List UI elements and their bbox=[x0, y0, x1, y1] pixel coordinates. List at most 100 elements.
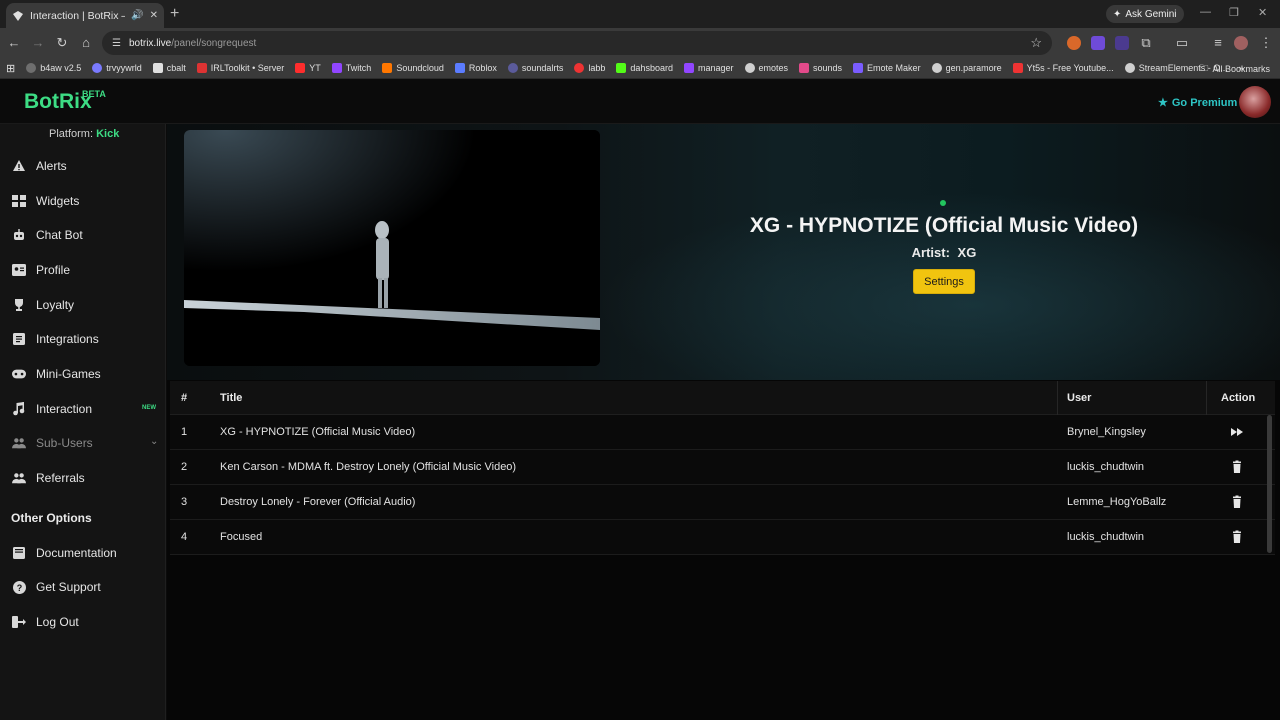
chevron-down-icon[interactable]: ⌄ bbox=[150, 436, 158, 447]
trash-icon[interactable] bbox=[1230, 460, 1244, 474]
column-divider bbox=[1206, 381, 1207, 415]
bookmark[interactable]: b4aw v2.5 bbox=[26, 63, 81, 73]
sidebar-item-integrations[interactable]: Integrations bbox=[0, 324, 166, 354]
reading-list-icon[interactable]: ≡ bbox=[1210, 35, 1226, 51]
url-host: botrix.live bbox=[128, 37, 172, 49]
sidebar-item-documentation[interactable]: Documentation bbox=[0, 538, 166, 568]
bookmark-favicon-icon bbox=[931, 63, 942, 73]
browser-tab[interactable]: Interaction | BotRix — Cloud 🔊 ✕ bbox=[6, 3, 164, 28]
sidebar-item-label: Chat Bot bbox=[36, 228, 83, 242]
plug-icon bbox=[12, 332, 26, 346]
sidebar-item-interaction[interactable]: Interaction NEW bbox=[0, 394, 166, 424]
bookmark-label: YT bbox=[309, 63, 321, 73]
go-premium-link[interactable]: ★ Go Premium bbox=[1158, 96, 1238, 110]
bookmark-favicon-icon bbox=[196, 63, 207, 73]
bookmark[interactable]: Roblox bbox=[454, 63, 497, 73]
site-info-icon[interactable]: ☰ bbox=[112, 38, 121, 49]
bookmark[interactable]: cbalt bbox=[152, 63, 186, 73]
bookmark[interactable]: sounds bbox=[799, 63, 842, 73]
new-tab-button[interactable]: + bbox=[170, 5, 179, 23]
users-icon bbox=[12, 436, 26, 450]
sidebar-item-profile[interactable]: Profile bbox=[0, 255, 166, 285]
bookmark-favicon-icon bbox=[92, 63, 103, 73]
profile-icon[interactable] bbox=[1234, 36, 1248, 50]
sidebar-item-sub-users[interactable]: Sub-Users ⌄ bbox=[0, 428, 166, 458]
now-playing-title: XG - HYPNOTIZE (Official Music Video) bbox=[749, 214, 1139, 237]
bookmark[interactable]: Twitch bbox=[331, 63, 372, 73]
sidebar-item-widgets[interactable]: Widgets bbox=[0, 186, 166, 216]
bookmark-favicon-icon bbox=[507, 63, 518, 73]
puzzle-extensions-icon[interactable]: ⧉ bbox=[1138, 35, 1154, 51]
sidebar-item-label: Get Support bbox=[36, 580, 101, 594]
skip-icon[interactable] bbox=[1230, 425, 1244, 439]
bookmark[interactable]: Soundcloud bbox=[382, 63, 444, 73]
back-icon[interactable]: ← bbox=[6, 35, 22, 51]
bookmark[interactable]: IRLToolkit • Server bbox=[196, 63, 284, 73]
apps-icon[interactable]: ⊞ bbox=[6, 62, 15, 75]
sidebar-item-label: Sub-Users bbox=[36, 436, 93, 450]
twitch-extension-icon[interactable] bbox=[1091, 36, 1105, 50]
sidebar-item-loyalty[interactable]: Loyalty bbox=[0, 290, 166, 320]
sidebar-item-chat-bot[interactable]: Chat Bot bbox=[0, 220, 166, 250]
extension-icon[interactable] bbox=[1115, 36, 1129, 50]
bookmark[interactable]: soundalrts bbox=[507, 63, 564, 73]
restore-icon[interactable]: ❐ bbox=[1229, 6, 1239, 19]
extension-icon[interactable] bbox=[1067, 36, 1081, 50]
all-bookmarks-button[interactable]: 🗀 All Bookmarks bbox=[1199, 61, 1270, 77]
bookmark[interactable]: YT bbox=[295, 63, 321, 73]
users-icon bbox=[12, 471, 26, 485]
bookmark-star-icon[interactable]: ☆ bbox=[1030, 35, 1042, 51]
ask-gemini-button[interactable]: ✦ Ask Gemini bbox=[1106, 5, 1184, 23]
bookmark-favicon-icon bbox=[799, 63, 810, 73]
bookmark[interactable]: Yt5s - Free Youtube... bbox=[1012, 63, 1114, 73]
bookmark[interactable]: Emote Maker bbox=[853, 63, 921, 73]
bookmark-label: soundalrts bbox=[521, 63, 564, 73]
grid-icon bbox=[12, 194, 26, 208]
browser-tab-strip: Interaction | BotRix — Cloud 🔊 ✕ + ✦ Ask… bbox=[0, 0, 1280, 28]
question-icon: ? bbox=[12, 580, 26, 594]
home-icon[interactable]: ⌂ bbox=[78, 35, 94, 51]
sidebar-item-alerts[interactable]: Alerts bbox=[0, 151, 166, 181]
url-bar[interactable]: ☰ botrix.live/panel/songrequest ☆ bbox=[102, 31, 1052, 55]
new-badge: NEW bbox=[142, 405, 156, 411]
trash-icon[interactable] bbox=[1230, 495, 1244, 509]
cast-icon[interactable]: ▭ bbox=[1174, 35, 1190, 51]
go-premium-label: Go Premium bbox=[1171, 96, 1238, 109]
menu-icon[interactable]: ⋮ bbox=[1258, 35, 1274, 51]
trash-icon[interactable] bbox=[1230, 530, 1244, 544]
row-user: luckis_chudtwin bbox=[1067, 461, 1145, 473]
bookmark-label: gen.paramore bbox=[945, 63, 1002, 73]
close-window-icon[interactable]: ✕ bbox=[1258, 6, 1267, 19]
bookmark[interactable]: manager bbox=[683, 63, 734, 73]
gamepad-icon bbox=[12, 367, 26, 381]
forward-icon[interactable]: → bbox=[30, 35, 46, 51]
minimize-icon[interactable]: — bbox=[1200, 6, 1211, 18]
bookmark[interactable]: gen.paramore bbox=[931, 63, 1002, 73]
bookmark-label: sounds bbox=[813, 63, 843, 73]
reload-icon[interactable]: ↻ bbox=[54, 35, 70, 51]
bookmark-favicon-icon bbox=[1124, 63, 1135, 73]
botrix-favicon-icon bbox=[12, 10, 24, 22]
close-tab-icon[interactable]: ✕ bbox=[150, 10, 158, 21]
speaker-icon[interactable]: 🔊 bbox=[131, 10, 143, 21]
user-avatar[interactable] bbox=[1239, 86, 1271, 118]
sidebar-item-log-out[interactable]: Log Out bbox=[0, 607, 166, 637]
sidebar-item-mini-games[interactable]: Mini-Games bbox=[0, 359, 166, 389]
sidebar-item-referrals[interactable]: Referrals bbox=[0, 463, 166, 493]
bookmark[interactable]: labb bbox=[574, 63, 605, 73]
bookmark[interactable]: emotes bbox=[744, 63, 788, 73]
sparkle-icon: ✦ bbox=[1113, 8, 1122, 20]
bookmark-favicon-icon bbox=[1012, 63, 1023, 73]
now-playing-artist: Artist: XG bbox=[697, 245, 1191, 260]
bookmark[interactable]: dahsboard bbox=[616, 63, 673, 73]
sidebar-item-get-support[interactable]: ? Get Support bbox=[0, 572, 166, 602]
address-toolbar: ← → ↻ ⌂ ☰ botrix.live/panel/songrequest … bbox=[0, 28, 1280, 58]
table-row: 1 XG - HYPNOTIZE (Official Music Video) … bbox=[170, 415, 1275, 450]
bookmark[interactable]: trvyywrld bbox=[92, 63, 142, 73]
sidebar-item-label: Documentation bbox=[36, 546, 117, 560]
table-scrollbar[interactable] bbox=[1267, 415, 1272, 553]
video-player[interactable] bbox=[184, 130, 600, 366]
bookmark-label: Twitch bbox=[345, 63, 372, 73]
sidebar-item-label: Mini-Games bbox=[36, 367, 101, 381]
settings-button[interactable]: Settings bbox=[913, 269, 975, 294]
